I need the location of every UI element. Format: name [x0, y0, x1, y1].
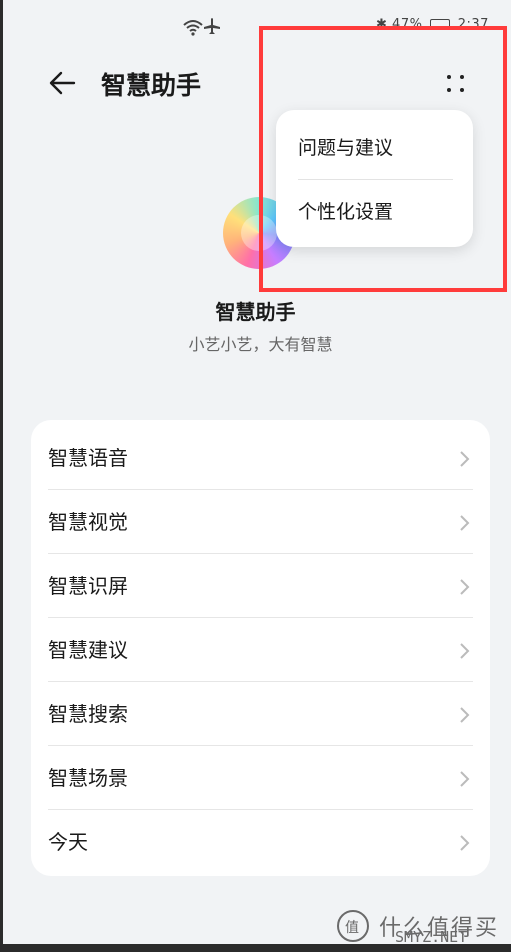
list-item-smart-vision[interactable]: 智慧视觉: [31, 490, 490, 554]
bottom-frame-edge: [0, 944, 511, 952]
settings-list: 智慧语音 智慧视觉 智慧识屏 智慧建议 智慧搜索 智慧场景 今天: [31, 420, 490, 876]
list-item-label: 智慧语音: [48, 446, 128, 470]
chevron-right-icon: [460, 835, 470, 851]
list-item-today[interactable]: 今天: [31, 810, 490, 874]
list-item-label: 智慧搜索: [48, 702, 128, 726]
back-arrow-icon[interactable]: [44, 66, 82, 100]
wifi-icon: [183, 20, 203, 36]
list-item-label: 智慧视觉: [48, 510, 128, 534]
status-right: ✱ 47% 2:37: [376, 17, 489, 32]
list-item-label: 今天: [48, 830, 88, 854]
list-item-smart-voice[interactable]: 智慧语音: [31, 426, 490, 490]
chevron-right-icon: [460, 451, 470, 467]
more-options-icon[interactable]: [440, 68, 474, 100]
menu-item-personalization[interactable]: 个性化设置: [298, 182, 453, 242]
list-item-label: 智慧识屏: [48, 574, 128, 598]
page-title: 智慧助手: [101, 71, 202, 100]
left-frame-edge: [0, 0, 3, 952]
menu-divider: [298, 179, 453, 180]
chevron-right-icon: [460, 707, 470, 723]
airplane-mode-icon: [204, 18, 220, 34]
svg-text:值: 值: [345, 920, 359, 936]
app-tagline: 小艺小艺，大有智慧: [188, 335, 333, 354]
list-item-smart-scenes[interactable]: 智慧场景: [31, 746, 490, 810]
overflow-menu: 问题与建议 个性化设置: [276, 110, 473, 247]
watermark-logo-icon: 值: [337, 910, 369, 942]
list-item-smart-suggestions[interactable]: 智慧建议: [31, 618, 490, 682]
app-name: 智慧助手: [215, 300, 296, 324]
menu-item-feedback[interactable]: 问题与建议: [298, 118, 453, 178]
chevron-right-icon: [460, 579, 470, 595]
clock: 2:37: [457, 17, 489, 32]
chevron-right-icon: [460, 515, 470, 531]
list-item-smart-search[interactable]: 智慧搜索: [31, 682, 490, 746]
status-bar: ✱ 47% 2:37: [0, 0, 511, 54]
list-item-label: 智慧场景: [48, 766, 128, 790]
chevron-right-icon: [460, 771, 470, 787]
battery-icon: [430, 19, 451, 30]
list-item-screen-recognition[interactable]: 智慧识屏: [31, 554, 490, 618]
list-item-label: 智慧建议: [48, 638, 128, 662]
app-header: 智慧助手: [0, 54, 511, 112]
battery-percent: 47%: [392, 17, 423, 32]
bluetooth-icon: ✱: [376, 17, 388, 32]
watermark: 值 什么值得买 SMYZ.NET: [333, 906, 503, 946]
chevron-right-icon: [460, 643, 470, 659]
